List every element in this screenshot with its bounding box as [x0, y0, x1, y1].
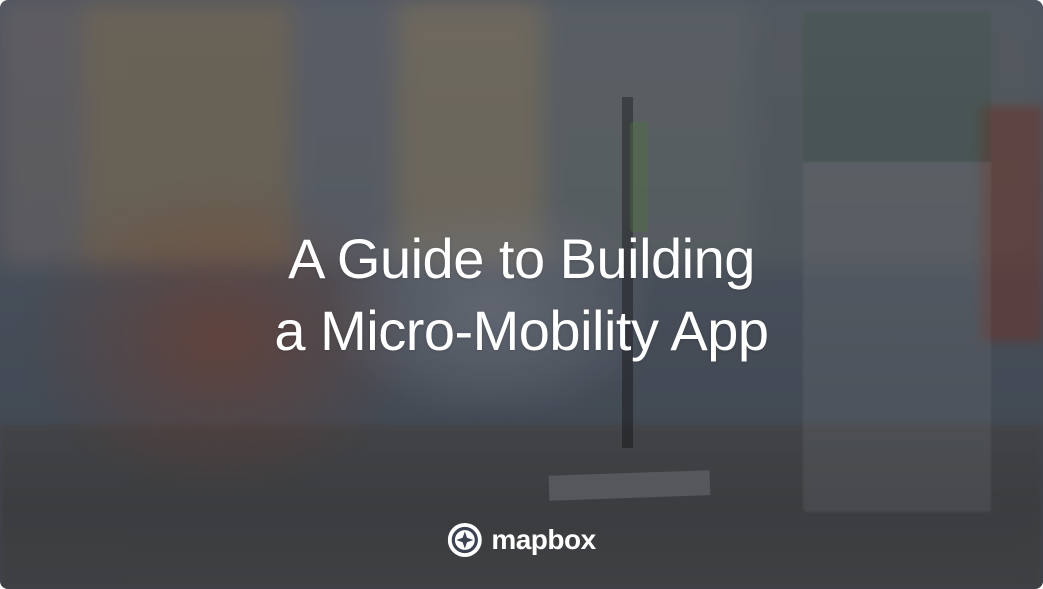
hero-title: A Guide to Building a Micro-Mobility App: [274, 223, 768, 366]
hero-content: A Guide to Building a Micro-Mobility App: [0, 0, 1043, 589]
brand-name: mapbox: [491, 524, 595, 556]
title-line-2: a Micro-Mobility App: [274, 299, 768, 362]
hero-banner: A Guide to Building a Micro-Mobility App…: [0, 0, 1043, 589]
mapbox-logo-icon: [447, 523, 481, 557]
brand-logo: mapbox: [447, 523, 595, 557]
title-line-1: A Guide to Building: [288, 227, 755, 290]
